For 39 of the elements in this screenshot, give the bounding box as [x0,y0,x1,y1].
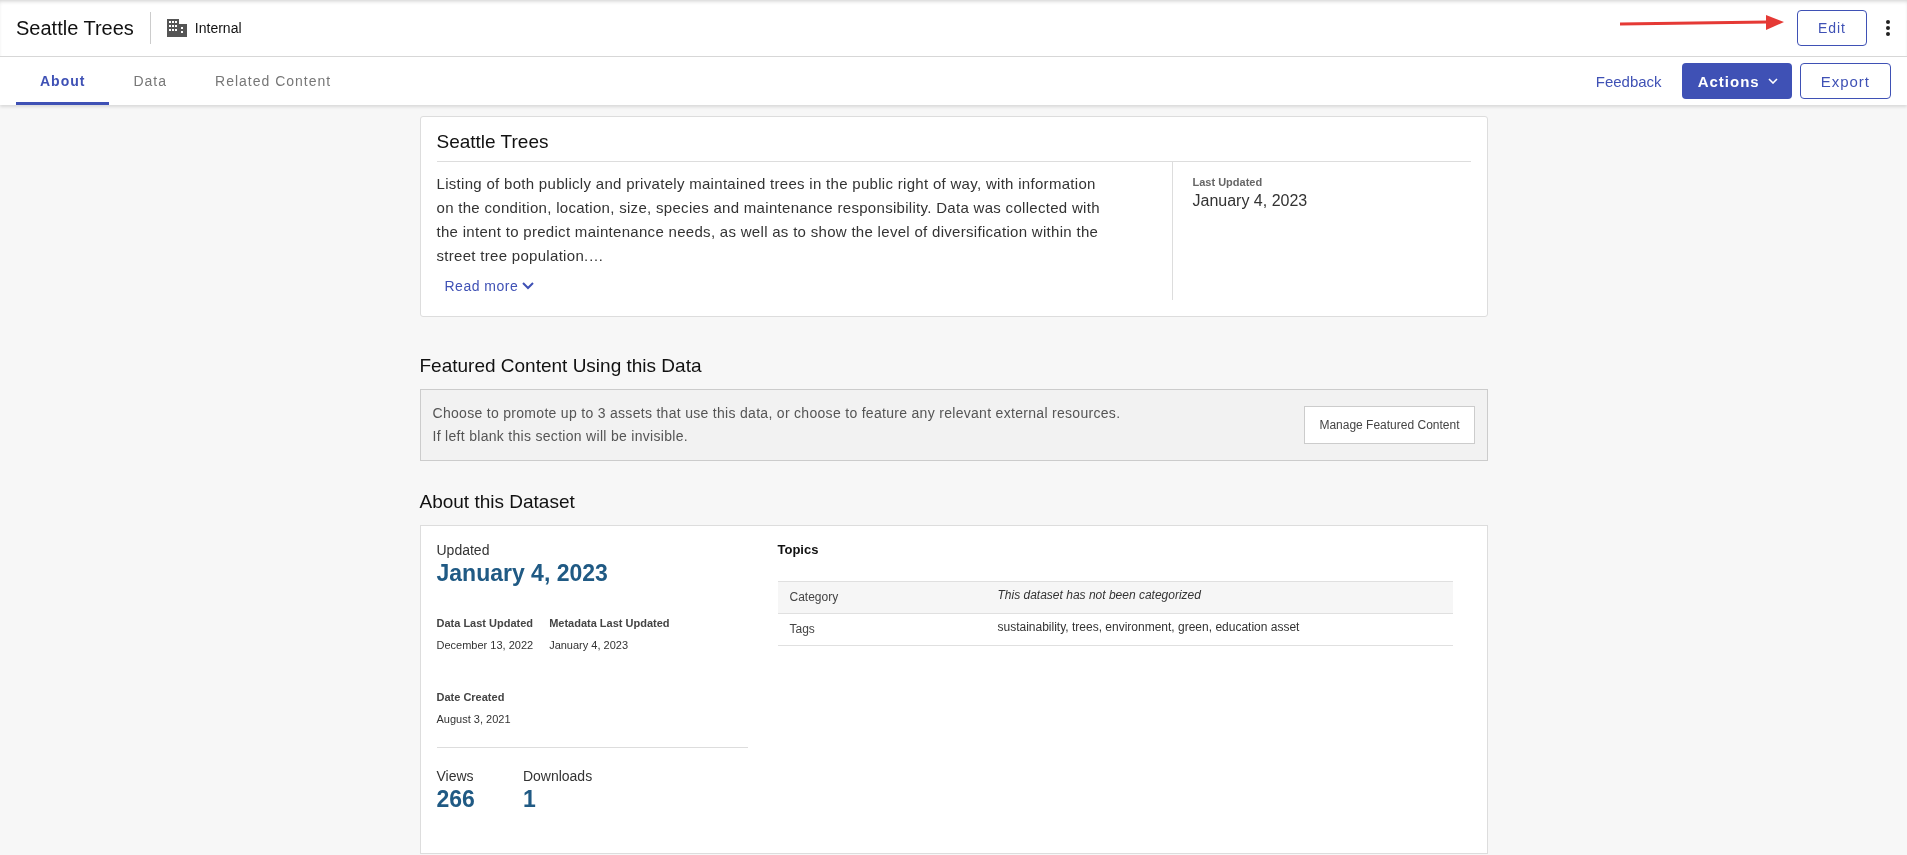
last-updated-date: January 4, 2023 [1192,192,1308,210]
table-cell-text: Category [788,589,840,606]
more-icon[interactable] [1885,19,1891,37]
stat-value: 1 [522,786,537,813]
tab[interactable]: About [16,57,110,105]
stat-label: Downloads [522,768,593,784]
date-value: December 13, 2022 [436,639,534,651]
date-value: January 4, 2023 [549,639,629,651]
chevron-down-icon [522,282,535,290]
stat-value: 266 [436,786,475,813]
table-cell-text: This dataset has not been categorized [997,587,1202,604]
table-cell-text: sustainability, trees, environment, green, education asset [997,619,1301,636]
featured-content-text: Choose to promote up to 3 assets that use this data, or choose to feature any relevant external resources. If left blank this section will be invisible. [432,404,1122,446]
topics-heading: Topics [777,542,820,557]
section-heading: Featured Content Using this Data [419,355,703,377]
chevron-down-icon [1767,78,1778,84]
description-text: Listing of both publicly and privately maintained trees in the public right of way, with information on the condition, location, size, species and maintenance responsibility. Data was collected with the intent to predict maintenance needs, as well as to show the level of diversification within the street tree population.… [436,174,1101,266]
date-label: Data Last Updated [436,617,534,629]
card-title: Seattle Trees [436,117,1471,162]
stat-label: Views [436,768,475,784]
export-button[interactable]: Export [1799,63,1891,99]
actions-button[interactable]: Actions [1681,63,1792,99]
read-more-button[interactable]: Read more [436,272,543,300]
date-label: Metadata Last Updated [549,617,670,629]
building-icon [166,19,187,37]
tab[interactable]: Related Content [191,57,356,105]
section-heading: About this Dataset [419,491,576,513]
page-title: Seattle Trees [16,16,134,40]
tab[interactable]: Data [109,57,191,105]
feedback-link[interactable]: Feedback [1595,72,1662,90]
manage-featured-content-button[interactable]: Manage Featured Content [1304,406,1475,444]
updated-date: January 4, 2023 [436,560,609,587]
table-cell-text: Tags [788,621,816,638]
access-label: Internal [194,20,242,36]
date-value: August 3, 2021 [436,713,512,725]
date-label: Date Created [436,691,506,703]
edit-button[interactable]: Edit [1796,10,1867,46]
last-updated-label: Last Updated [1192,176,1264,188]
updated-label: Updated [436,542,491,558]
